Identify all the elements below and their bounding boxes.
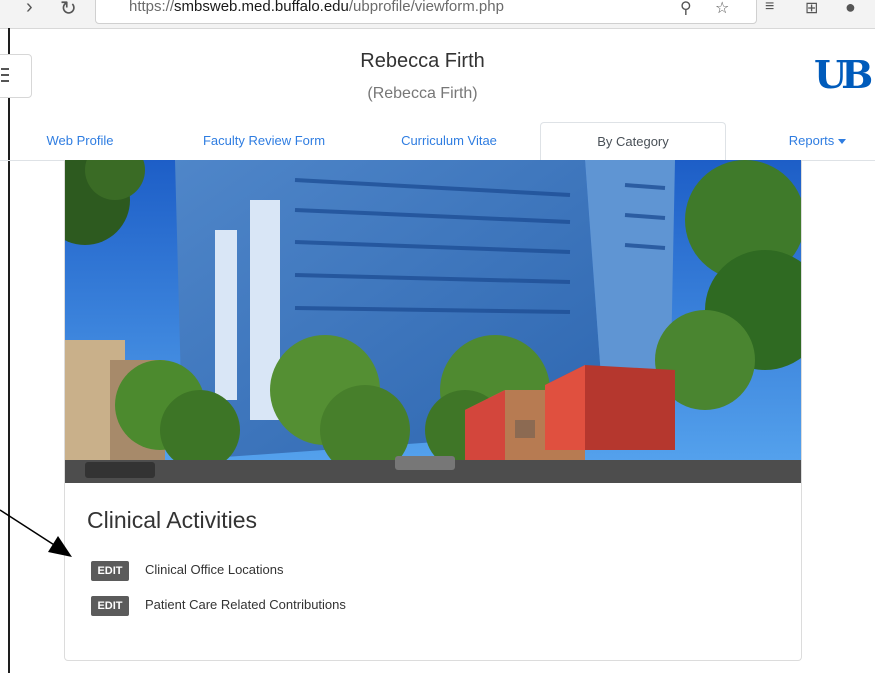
collections-icon[interactable]: ⊞ [805,0,818,18]
category-card: Clinical Activities EDIT Clinical Office… [64,160,802,661]
browser-toolbar: › ↻ https://smbsweb.med.buffalo.edu/ubpr… [0,0,875,29]
section-title: Clinical Activities [87,507,257,533]
forward-icon[interactable]: › [26,0,33,19]
item-label[interactable]: Patient Care Related Contributions [145,597,346,612]
favorite-star-icon[interactable]: ☆ [715,0,729,18]
zoom-icon[interactable]: ⚲ [680,0,692,18]
address-text: https://smbsweb.med.buffalo.edu/ubprofil… [129,0,504,15]
profile-subname: (Rebecca Firth) [367,85,478,102]
refresh-icon[interactable]: ↻ [60,0,77,21]
profile-name: Rebecca Firth [360,50,485,72]
nav-tabs: Web Profile Faculty Review Form Curricul… [0,122,875,162]
item-label[interactable]: Clinical Office Locations [145,562,284,577]
profile-avatar-icon[interactable]: ● [845,0,856,18]
hospital-building-photo [65,160,801,483]
favorites-list-icon[interactable]: ≡ [765,0,774,16]
tab-faculty-review-form[interactable]: Faculty Review Form [190,122,338,160]
tab-web-profile[interactable]: Web Profile [35,122,125,160]
edit-button[interactable]: EDIT [91,561,129,581]
ub-logo[interactable]: UB [814,52,873,97]
address-bar[interactable]: https://smbsweb.med.buffalo.edu/ubprofil… [95,0,757,24]
tab-reports[interactable]: Reports [780,122,855,160]
tab-curriculum-vitae[interactable]: Curriculum Vitae [385,122,513,160]
edit-button[interactable]: EDIT [91,596,129,616]
caret-down-icon [838,139,847,145]
tab-by-category[interactable]: By Category [540,122,726,162]
